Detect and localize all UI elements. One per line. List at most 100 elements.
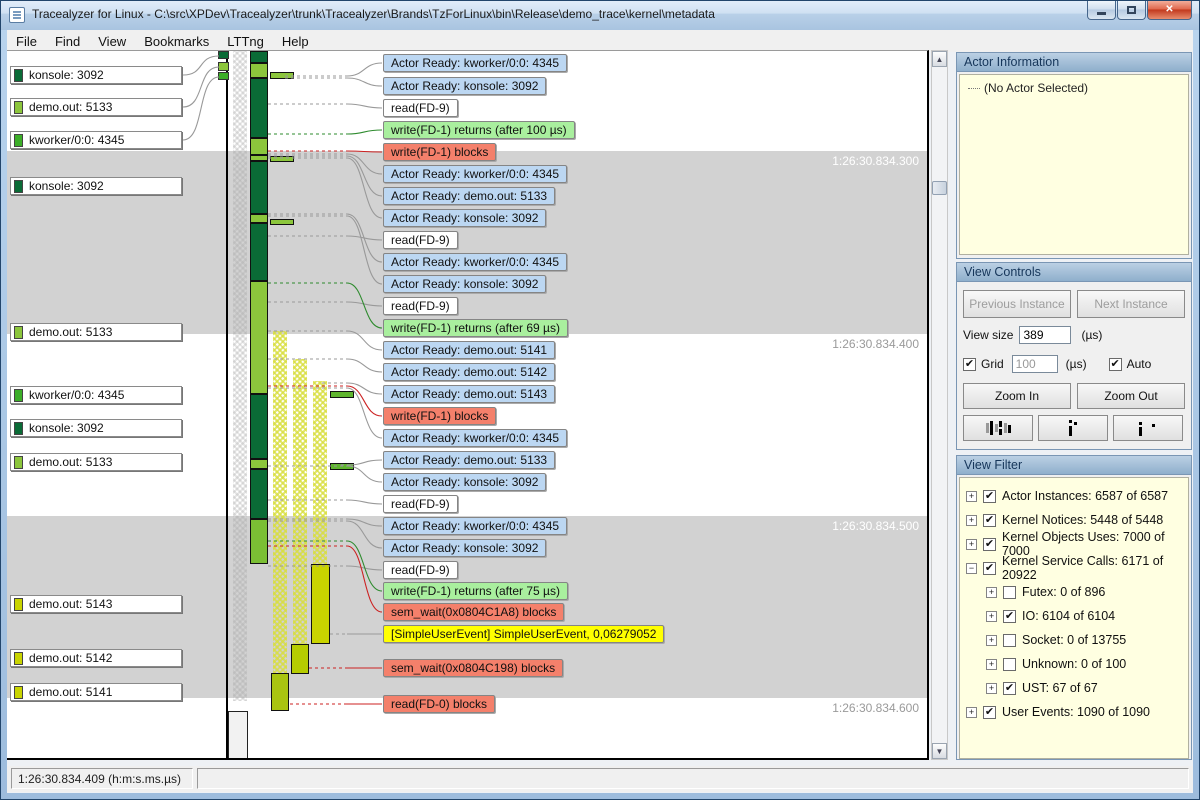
execution-segment[interactable] bbox=[250, 469, 268, 519]
event-label-ready[interactable]: Actor Ready: demo.out: 5141 bbox=[383, 341, 555, 359]
previous-instance-button[interactable]: Previous Instance bbox=[963, 290, 1071, 318]
event-label-ready[interactable]: Actor Ready: konsole: 3092 bbox=[383, 209, 546, 227]
event-label-block[interactable]: write(FD-1) blocks bbox=[383, 407, 496, 425]
execution-segment[interactable] bbox=[250, 519, 268, 564]
execution-segment[interactable] bbox=[250, 223, 268, 281]
tree-expander[interactable]: + bbox=[986, 683, 997, 694]
event-label-plain[interactable]: read(FD-9) bbox=[383, 231, 458, 249]
execution-segment[interactable] bbox=[250, 459, 268, 469]
filter-checkbox[interactable] bbox=[1003, 658, 1016, 671]
tree-expander[interactable]: + bbox=[986, 635, 997, 646]
menu-lttng[interactable]: LTTng bbox=[218, 32, 273, 51]
filter-checkbox[interactable]: ✔ bbox=[983, 562, 996, 575]
event-label-ready[interactable]: Actor Ready: konsole: 3092 bbox=[383, 539, 546, 557]
actor-label[interactable]: konsole: 3092 bbox=[10, 419, 182, 437]
actor-label[interactable]: kworker/0:0: 4345 bbox=[10, 131, 182, 149]
event-label-block[interactable]: write(FD-1) blocks bbox=[383, 143, 496, 161]
event-label-ready[interactable]: Actor Ready: konsole: 3092 bbox=[383, 473, 546, 491]
scroll-thumb[interactable] bbox=[932, 181, 947, 195]
actor-label[interactable]: demo.out: 5141 bbox=[10, 683, 182, 701]
event-label-plain[interactable]: read(FD-9) bbox=[383, 99, 458, 117]
actor-label[interactable]: demo.out: 5143 bbox=[10, 595, 182, 613]
trace-vertical-scrollbar[interactable]: ▲ ▼ bbox=[931, 50, 948, 760]
event-label-return[interactable]: write(FD-1) returns (after 69 µs) bbox=[383, 319, 568, 337]
tree-expander[interactable]: + bbox=[966, 707, 977, 718]
execution-segment[interactable] bbox=[250, 138, 268, 155]
event-label-ready[interactable]: Actor Ready: kworker/0:0: 4345 bbox=[383, 54, 567, 72]
execution-segment[interactable] bbox=[250, 63, 268, 78]
minimize-button[interactable] bbox=[1087, 0, 1116, 20]
filter-checkbox[interactable]: ✔ bbox=[983, 514, 996, 527]
menu-help[interactable]: Help bbox=[273, 32, 318, 51]
view-size-input[interactable] bbox=[1019, 326, 1071, 344]
actor-label[interactable]: demo.out: 5133 bbox=[10, 323, 182, 341]
menu-bookmarks[interactable]: Bookmarks bbox=[135, 32, 218, 51]
actor-label[interactable]: demo.out: 5133 bbox=[10, 98, 182, 116]
event-label-ready[interactable]: Actor Ready: kworker/0:0: 4345 bbox=[383, 165, 567, 183]
execution-segment[interactable] bbox=[250, 51, 268, 63]
execution-segment[interactable] bbox=[250, 281, 268, 394]
filter-checkbox[interactable]: ✔ bbox=[1003, 682, 1016, 695]
event-label-plain[interactable]: read(FD-9) bbox=[383, 297, 458, 315]
maximize-button[interactable] bbox=[1117, 0, 1146, 20]
filter-checkbox[interactable] bbox=[1003, 634, 1016, 647]
tree-expander[interactable]: + bbox=[966, 515, 977, 526]
event-label-ready[interactable]: Actor Ready: demo.out: 5133 bbox=[383, 451, 555, 469]
event-label-ready[interactable]: Actor Ready: kworker/0:0: 4345 bbox=[383, 429, 567, 447]
execution-bar[interactable] bbox=[291, 644, 309, 674]
event-label-block[interactable]: read(FD-0) blocks bbox=[383, 695, 495, 713]
auto-checkbox[interactable]: ✔ bbox=[1109, 358, 1122, 371]
fragment-bar[interactable] bbox=[330, 463, 354, 470]
grid-checkbox[interactable]: ✔ bbox=[963, 358, 976, 371]
filter-checkbox[interactable]: ✔ bbox=[983, 538, 996, 551]
view-mode-columns-button[interactable] bbox=[963, 415, 1033, 441]
tree-expander[interactable]: + bbox=[986, 659, 997, 670]
event-label-plain[interactable]: read(FD-9) bbox=[383, 495, 458, 513]
execution-segment[interactable] bbox=[250, 394, 268, 459]
scroll-up-arrow[interactable]: ▲ bbox=[932, 51, 947, 67]
event-label-ready[interactable]: Actor Ready: konsole: 3092 bbox=[383, 275, 546, 293]
execution-bar[interactable] bbox=[311, 564, 330, 644]
fragment-bar[interactable] bbox=[270, 72, 294, 79]
actor-label[interactable]: kworker/0:0: 4345 bbox=[10, 386, 182, 404]
execution-segment[interactable] bbox=[250, 214, 268, 223]
fragment-bar[interactable] bbox=[270, 156, 294, 162]
event-label-block[interactable]: sem_wait(0x0804C1A8) blocks bbox=[383, 603, 564, 621]
event-label-ready[interactable]: Actor Ready: kworker/0:0: 4345 bbox=[383, 253, 567, 271]
tree-expander[interactable]: + bbox=[966, 539, 977, 550]
tree-expander[interactable]: + bbox=[986, 611, 997, 622]
close-button[interactable]: ✕ bbox=[1147, 0, 1192, 20]
event-label-ready[interactable]: Actor Ready: konsole: 3092 bbox=[383, 77, 546, 95]
filter-checkbox[interactable] bbox=[1003, 586, 1016, 599]
tree-expander[interactable]: + bbox=[966, 491, 977, 502]
execution-segment[interactable] bbox=[250, 78, 268, 138]
filter-checkbox[interactable]: ✔ bbox=[983, 490, 996, 503]
trace-timeline-view[interactable]: 1:26:30.834.3001:26:30.834.4001:26:30.83… bbox=[7, 50, 929, 760]
fragment-bar[interactable] bbox=[270, 219, 294, 225]
actor-label[interactable]: demo.out: 5133 bbox=[10, 453, 182, 471]
event-label-ready[interactable]: Actor Ready: demo.out: 5142 bbox=[383, 363, 555, 381]
view-mode-minimal-button[interactable] bbox=[1113, 415, 1183, 441]
zoom-out-button[interactable]: Zoom Out bbox=[1077, 383, 1185, 409]
actor-label[interactable]: demo.out: 5142 bbox=[10, 649, 182, 667]
event-label-ready[interactable]: Actor Ready: demo.out: 5143 bbox=[383, 385, 555, 403]
menu-file[interactable]: File bbox=[7, 32, 46, 51]
event-label-ready[interactable]: Actor Ready: kworker/0:0: 4345 bbox=[383, 517, 567, 535]
tree-expander[interactable]: + bbox=[986, 587, 997, 598]
fragment-bar[interactable] bbox=[330, 391, 354, 398]
execution-bar[interactable] bbox=[271, 673, 289, 711]
grid-size-input[interactable] bbox=[1012, 355, 1058, 373]
event-label-plain[interactable]: read(FD-9) bbox=[383, 561, 458, 579]
menu-view[interactable]: View bbox=[89, 32, 135, 51]
menu-find[interactable]: Find bbox=[46, 32, 89, 51]
actor-label[interactable]: konsole: 3092 bbox=[10, 177, 182, 195]
filter-checkbox[interactable]: ✔ bbox=[983, 706, 996, 719]
event-label-block[interactable]: sem_wait(0x0804C198) blocks bbox=[383, 659, 563, 677]
tree-expander[interactable]: − bbox=[966, 563, 977, 574]
actor-label[interactable]: konsole: 3092 bbox=[10, 66, 182, 84]
filter-checkbox[interactable]: ✔ bbox=[1003, 610, 1016, 623]
next-instance-button[interactable]: Next Instance bbox=[1077, 290, 1185, 318]
view-mode-compact-button[interactable] bbox=[1038, 415, 1108, 441]
scroll-down-arrow[interactable]: ▼ bbox=[932, 743, 947, 759]
event-label-ready[interactable]: Actor Ready: demo.out: 5133 bbox=[383, 187, 555, 205]
